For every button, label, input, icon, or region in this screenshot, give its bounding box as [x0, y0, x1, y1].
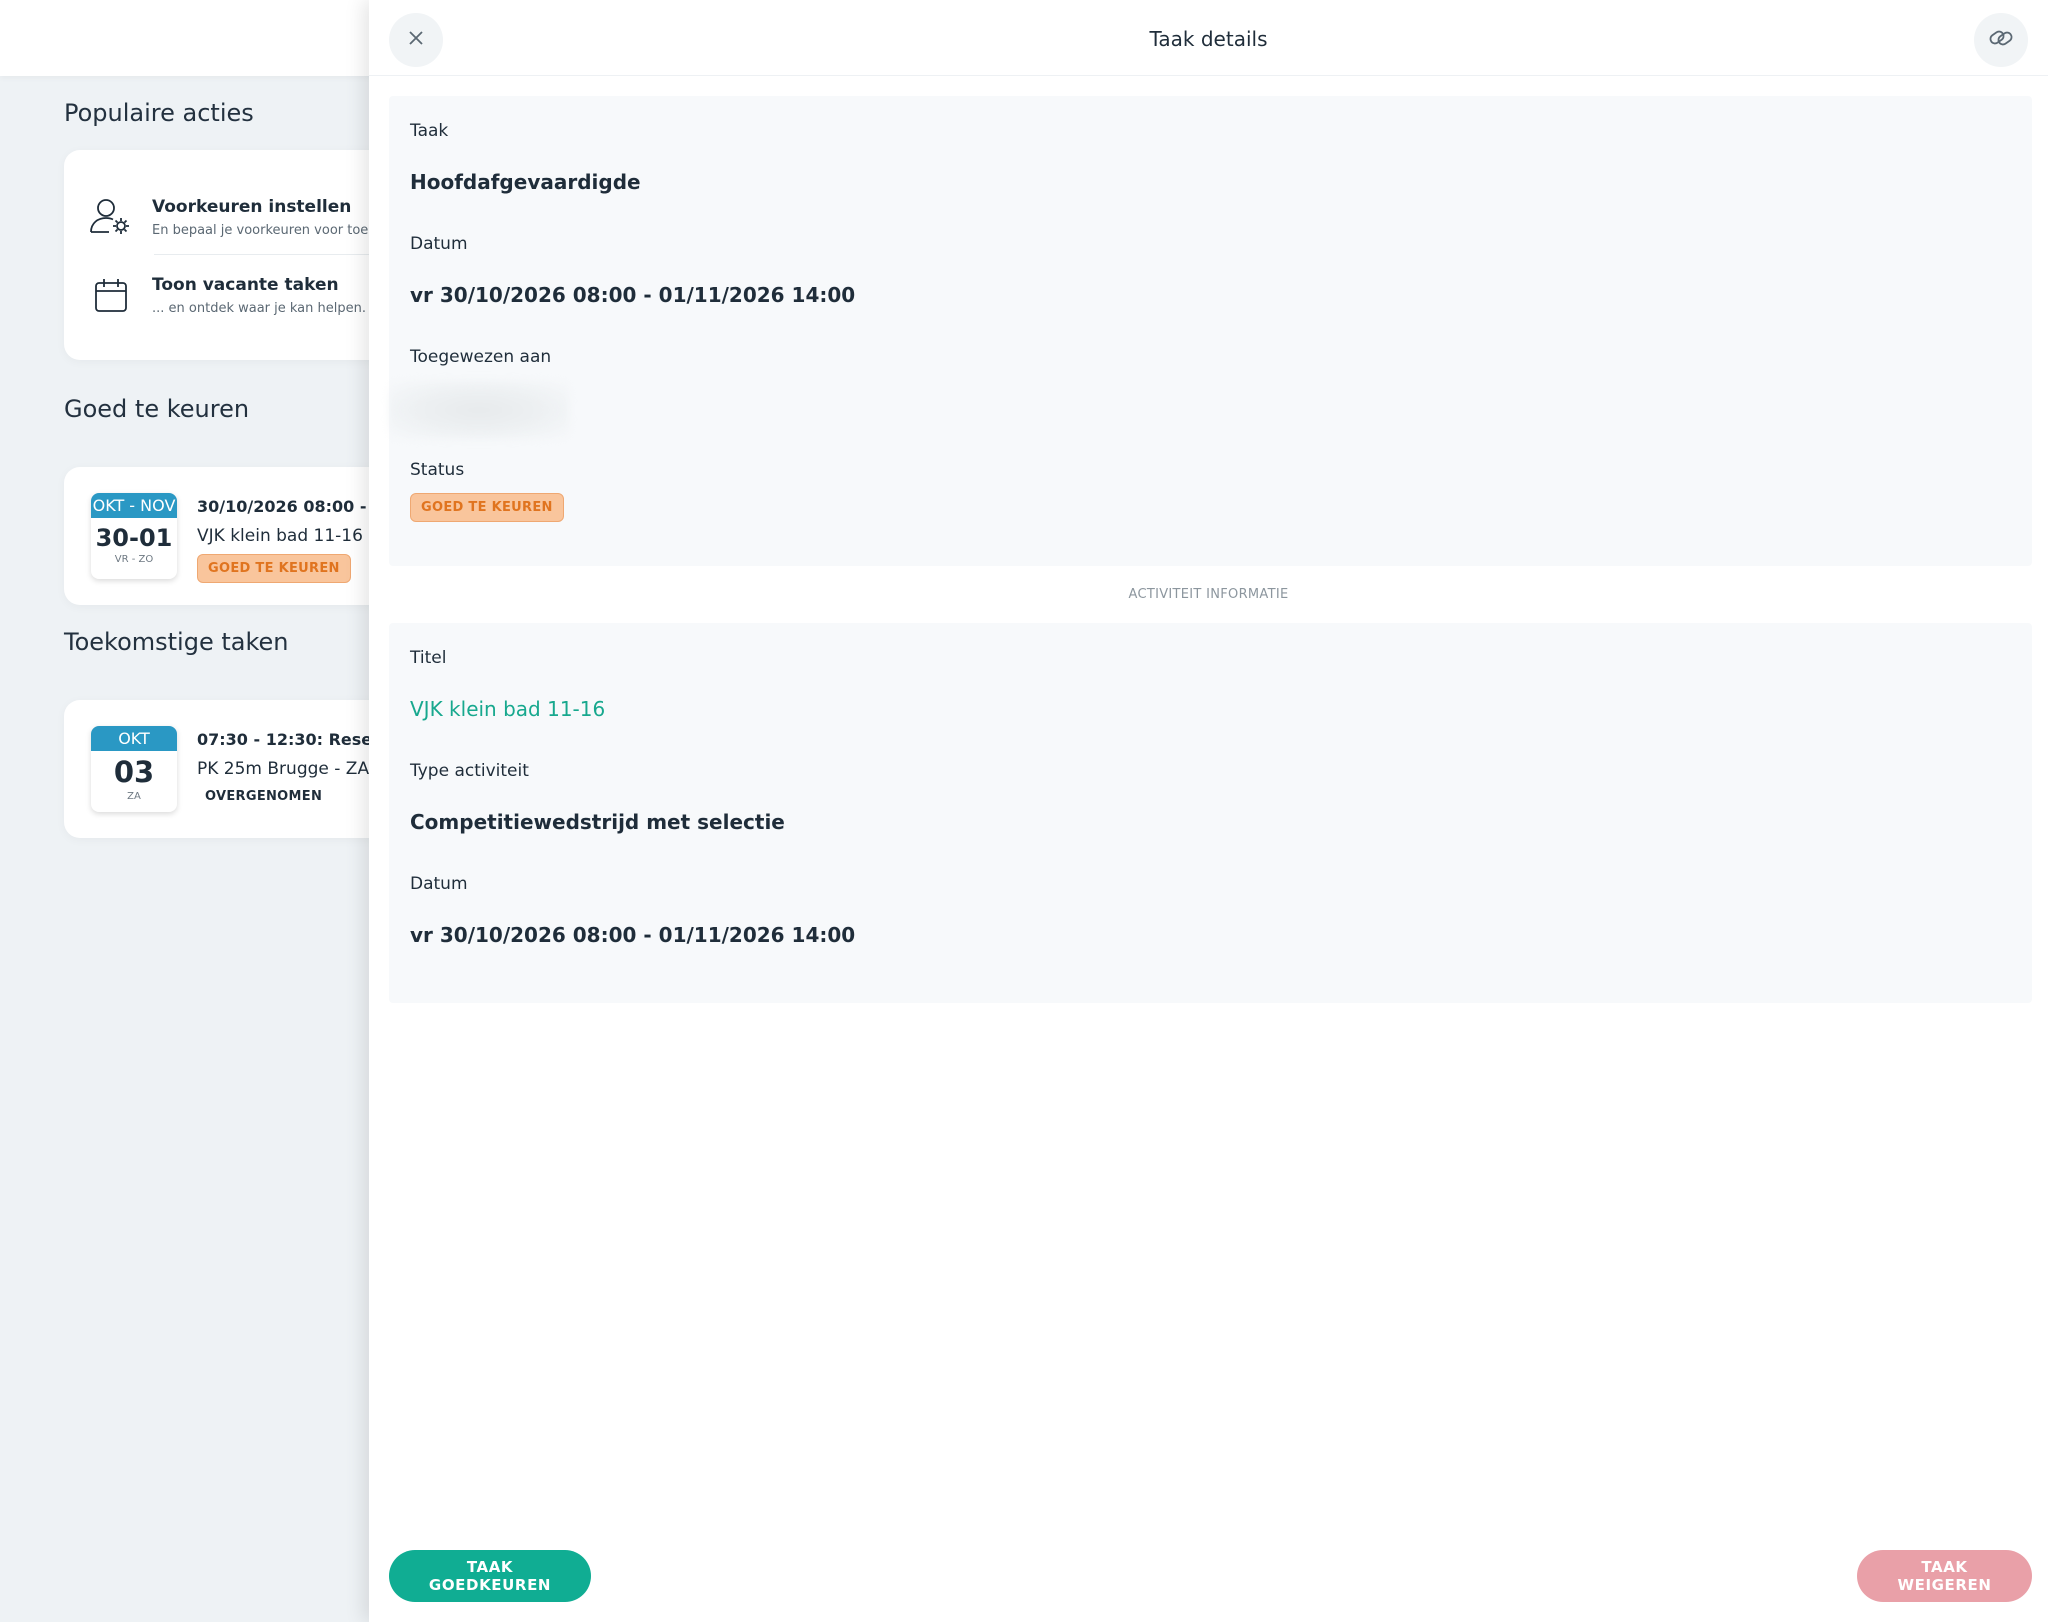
user-settings-icon	[88, 194, 134, 240]
field-label-taak: Taak	[410, 121, 449, 141]
field-label-titel: Titel	[410, 648, 447, 668]
calendar-month: OKT - NOV	[91, 493, 177, 518]
field-label-datum: Datum	[410, 874, 468, 894]
field-value-type: Competitiewedstrijd met selectie	[410, 810, 785, 834]
status-badge: GOED TE KEUREN	[410, 493, 564, 522]
field-label-assigned: Toegewezen aan	[410, 347, 552, 367]
divider	[154, 254, 404, 255]
activity-section-header: ACTIVITEIT INFORMATIE	[1128, 587, 1289, 602]
calendar-icon	[88, 272, 134, 318]
link-icon	[1987, 24, 2015, 56]
copy-link-button[interactable]	[1974, 13, 2028, 67]
field-value-datum: vr 30/10/2026 08:00 - 01/11/2026 14:00	[410, 923, 856, 947]
drawer-header: Taak details	[369, 0, 2048, 76]
calendar-month: OKT	[91, 726, 177, 751]
field-value-taak: Hoofdafgevaardigde	[410, 170, 641, 194]
popular-actions-card: Voorkeuren instellen En bepaal je voorke…	[64, 150, 404, 360]
action-subtitle: En bepaal je voorkeuren voor toe	[152, 222, 369, 238]
calendar-badge: OKT - NOV 30-01 VR - ZO	[91, 493, 177, 579]
drawer-title: Taak details	[1149, 27, 1268, 51]
task-location: PK 25m Brugge - ZA	[197, 759, 370, 779]
status-badge: OVERGENOMEN	[205, 789, 323, 804]
activity-title-link[interactable]: VJK klein bad 11-16	[410, 697, 605, 721]
field-label-datum: Datum	[410, 234, 468, 254]
assigned-user-redacted	[389, 381, 569, 439]
section-title-popular: Populaire acties	[64, 99, 254, 127]
activity-info-panel: Titel VJK klein bad 11-16 Type activitei…	[389, 623, 2032, 1003]
field-label-status: Status	[410, 460, 465, 480]
section-title-approve: Goed te keuren	[64, 395, 250, 423]
task-info-panel: Taak Hoofdafgevaardigde Datum vr 30/10/2…	[389, 96, 2032, 566]
status-badge: GOED TE KEUREN	[197, 554, 351, 583]
task-time: 30/10/2026 08:00 - 0	[197, 497, 384, 516]
calendar-day: 03	[113, 755, 155, 789]
action-title: Toon vacante taken	[152, 274, 339, 295]
action-title: Voorkeuren instellen	[152, 196, 352, 217]
task-activity: VJK klein bad 11-16	[197, 526, 363, 546]
section-title-future: Toekomstige taken	[64, 628, 289, 656]
reject-task-button[interactable]: TAAK WEIGEREN	[1857, 1550, 2032, 1602]
field-label-type: Type activiteit	[410, 761, 529, 781]
action-subtitle: ... en ontdek waar je kan helpen.	[152, 300, 366, 316]
action-vacant-tasks[interactable]: Toon vacante taken ... en ontdek waar je…	[88, 258, 404, 332]
calendar-badge: OKT 03 ZA	[91, 726, 177, 812]
task-details-drawer: Taak details Taak Hoofdafgevaardigde Dat…	[369, 0, 2048, 1622]
approve-task-card[interactable]: OKT - NOV 30-01 VR - ZO 30/10/2026 08:00…	[64, 467, 404, 605]
task-time: 07:30 - 12:30: Reserv	[197, 730, 391, 749]
calendar-day: 30-01	[95, 524, 173, 552]
calendar-weekday: ZA	[127, 791, 141, 802]
future-task-card[interactable]: OKT 03 ZA 07:30 - 12:30: Reserv PK 25m B…	[64, 700, 404, 838]
calendar-weekday: VR - ZO	[114, 554, 154, 565]
field-value-datum: vr 30/10/2026 08:00 - 01/11/2026 14:00	[410, 283, 856, 307]
approve-task-button[interactable]: TAAK GOEDKEUREN	[389, 1550, 591, 1602]
action-preferences[interactable]: Voorkeuren instellen En bepaal je voorke…	[88, 180, 404, 254]
